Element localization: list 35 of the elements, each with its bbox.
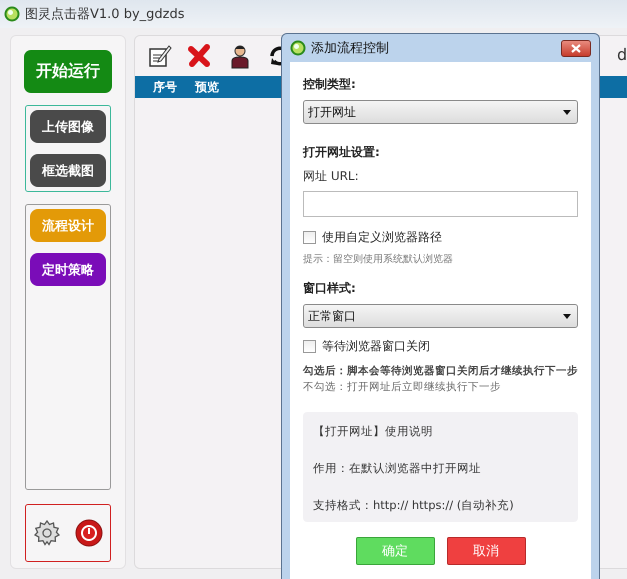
delete-icon[interactable] — [187, 43, 213, 69]
help-text: 【打开网址】使用说明 — [313, 424, 434, 439]
checkbox[interactable]: 使用自定义浏览器路径 — [303, 229, 442, 246]
note-text: 不勾选：打开网址后立即继续执行下一步 — [303, 380, 502, 394]
dialog-title: 添加流程控制 — [311, 40, 389, 57]
sidebar-button[interactable]: 上传图像 — [30, 110, 106, 143]
sidebar-button[interactable]: 框选截图 — [30, 154, 106, 187]
checkbox[interactable]: 等待浏览器窗口关闭 — [303, 338, 430, 355]
field-label: 控制类型: — [303, 76, 357, 93]
dropdown-arrow-icon — [563, 110, 571, 114]
app-logo-icon — [4, 6, 20, 22]
dialog-logo-icon — [290, 40, 306, 56]
sidebar-button[interactable]: 定时策略 — [30, 253, 106, 286]
window-title: 图灵点击器V1.0 by_gdzds — [25, 6, 184, 23]
url-input-field[interactable] — [303, 191, 578, 217]
edit-icon[interactable] — [147, 43, 173, 69]
cancel-button[interactable]: 取消 — [446, 537, 526, 565]
column-header[interactable]: 预览 — [195, 78, 219, 96]
dropdown-arrow-icon — [563, 314, 571, 318]
toolbar-text: d — [617, 45, 627, 64]
window-style-dropdown[interactable]: 正常窗口 — [303, 304, 578, 328]
start-button[interactable]: 开始运行 — [24, 50, 112, 93]
help-text: 支持格式：http:// https:// (自动补充) — [313, 498, 515, 513]
control-type-dropdown[interactable]: 打开网址 — [303, 100, 578, 124]
field-label: 窗口样式: — [303, 280, 357, 297]
power-icon[interactable] — [75, 519, 103, 547]
field-label: 网址 URL: — [303, 168, 360, 185]
close-button[interactable] — [561, 40, 591, 57]
section-title: 打开网址设置: — [303, 144, 381, 161]
column-header[interactable]: 序号 — [153, 78, 177, 96]
close-icon — [571, 44, 581, 53]
hint-text: 提示：留空则使用系统默认浏览器 — [303, 252, 454, 266]
note-text: 勾选后：脚本会等待浏览器窗口关闭后才继续执行下一步 — [303, 364, 578, 378]
settings-icon[interactable] — [33, 519, 61, 547]
help-text: 作用：在默认浏览器中打开网址 — [313, 461, 482, 476]
